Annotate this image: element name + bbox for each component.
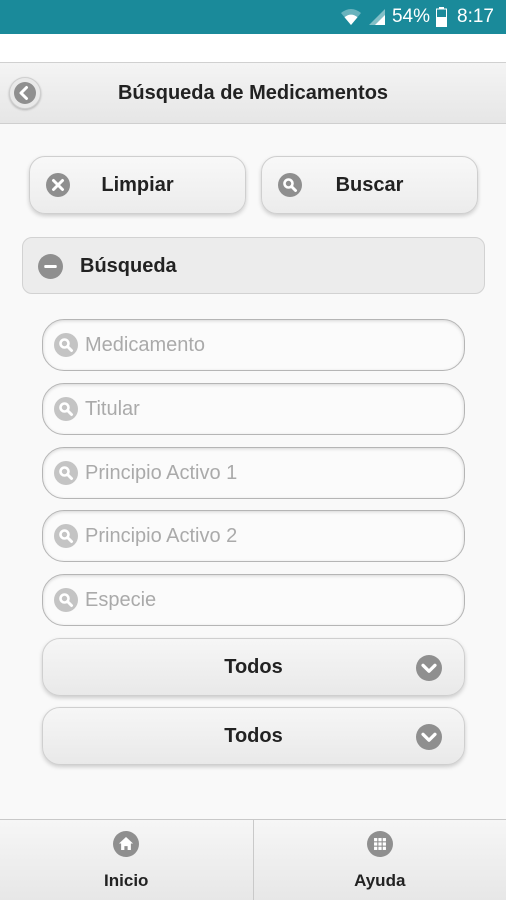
holder-input[interactable] [85, 384, 455, 434]
chevron-down-icon [416, 655, 442, 686]
medication-field[interactable] [42, 319, 465, 371]
search-section-toggle[interactable]: Búsqueda [22, 237, 485, 294]
status-bar: 54% 8:17 [0, 0, 506, 34]
tab-help-label: Ayuda [354, 871, 406, 890]
active-ingredient-1-field[interactable] [42, 447, 465, 499]
medication-input[interactable] [85, 320, 455, 370]
filter-select-2-value: Todos [224, 725, 283, 747]
filter-select-1[interactable]: Todos [42, 638, 465, 696]
chevron-down-icon [416, 724, 442, 755]
filter-select-2[interactable]: Todos [42, 707, 465, 765]
header-bar: Búsqueda de Medicamentos [0, 62, 506, 124]
holder-field[interactable] [42, 383, 465, 435]
grid-icon [366, 831, 393, 862]
search-icon [54, 461, 78, 490]
home-icon [113, 831, 140, 862]
search-icon [54, 588, 78, 617]
battery-icon [436, 7, 448, 27]
species-field[interactable] [42, 574, 465, 626]
active-ingredient-1-input[interactable] [85, 448, 455, 498]
clock: 8:17 [457, 6, 494, 27]
tab-home-label: Inicio [104, 871, 149, 890]
search-icon [278, 173, 302, 203]
close-icon [46, 173, 70, 203]
page-title: Búsqueda de Medicamentos [117, 82, 389, 104]
search-button-label: Buscar [335, 173, 404, 196]
top-spacer [0, 34, 506, 62]
tab-home[interactable]: Inicio [0, 820, 253, 900]
battery-percentage: 54% [391, 6, 431, 27]
wifi-icon [340, 8, 362, 26]
signal-icon [368, 8, 386, 26]
active-ingredient-2-input[interactable] [85, 511, 455, 561]
search-icon [54, 397, 78, 426]
search-icon [54, 524, 78, 553]
footer-navbar: Inicio Ayuda [0, 819, 506, 900]
clear-button[interactable]: Limpiar [29, 156, 246, 214]
clear-button-label: Limpiar [101, 173, 174, 196]
minus-circle-icon [38, 254, 63, 284]
search-icon [54, 333, 78, 362]
search-section-title: Búsqueda [80, 255, 177, 277]
species-input[interactable] [85, 575, 455, 625]
filter-select-1-value: Todos [224, 656, 283, 678]
tab-help[interactable]: Ayuda [252, 820, 506, 900]
search-button[interactable]: Buscar [261, 156, 478, 214]
active-ingredient-2-field[interactable] [42, 510, 465, 562]
